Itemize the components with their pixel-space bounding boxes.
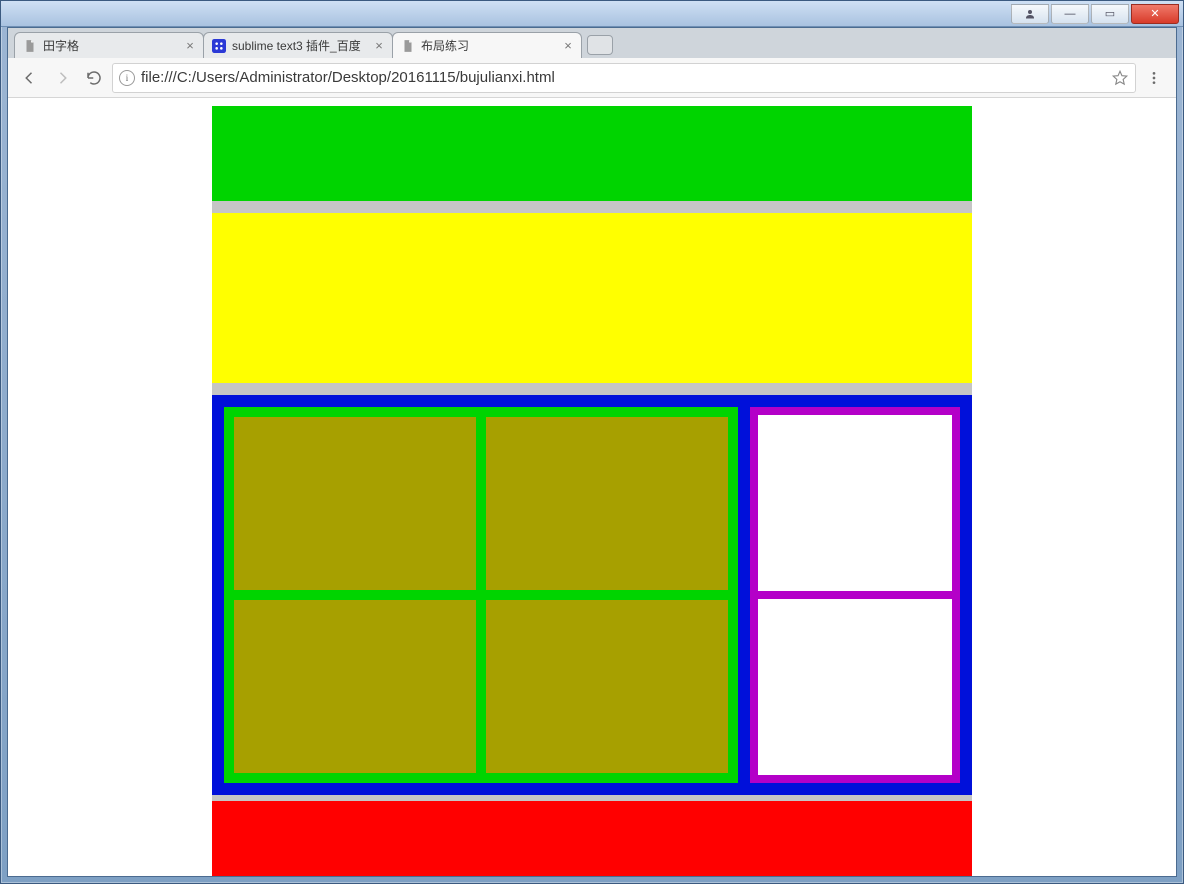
forward-button[interactable] [48,64,76,92]
address-bar[interactable]: i file:///C:/Users/Administrator/Desktop… [112,63,1136,93]
stack-cell-white [758,599,952,775]
right-stack-magenta [750,407,960,783]
user-icon [1024,8,1036,20]
tab-close-icon[interactable]: × [183,39,197,53]
tab-0[interactable]: 田字格 × [14,32,204,58]
page-viewport[interactable] [8,98,1176,876]
browser-window: 田字格 × sublime text3 插件_百度 × 布局练习 × [7,27,1177,877]
user-button[interactable] [1011,4,1049,24]
gap [212,383,972,395]
file-icon [401,39,415,53]
tab-title: sublime text3 插件_百度 [232,37,366,54]
tab-title: 布局练习 [421,37,555,54]
info-icon[interactable]: i [119,70,135,86]
grid-cell-olive [486,417,728,590]
url-text: file:///C:/Users/Administrator/Desktop/2… [141,69,1105,86]
maximize-icon: ▭ [1105,7,1115,20]
minimize-button[interactable]: — [1051,4,1089,24]
back-button[interactable] [16,64,44,92]
browser-toolbar: i file:///C:/Users/Administrator/Desktop… [8,58,1176,98]
kebab-icon [1146,70,1162,86]
reload-icon [85,69,103,87]
baidu-icon [212,39,226,53]
arrow-right-icon [53,69,71,87]
minimize-icon: — [1065,8,1076,20]
stack-cell-white [758,415,952,591]
star-icon [1111,69,1129,87]
left-grid-green [224,407,738,783]
page-layout [212,106,972,876]
close-icon: ✕ [1150,7,1159,20]
tab-title: 田字格 [43,37,177,54]
tab-2[interactable]: 布局练习 × [392,32,582,58]
os-titlebar: — ▭ ✕ [1,1,1183,27]
maximize-button[interactable]: ▭ [1091,4,1129,24]
close-button[interactable]: ✕ [1131,4,1179,24]
tab-close-icon[interactable]: × [372,39,386,53]
tab-1[interactable]: sublime text3 插件_百度 × [203,32,393,58]
grid-cell-olive [234,600,476,773]
gap [212,201,972,213]
tab-strip: 田字格 × sublime text3 插件_百度 × 布局练习 × [8,28,1176,58]
banner-block-yellow [212,213,972,383]
new-tab-button[interactable] [587,35,613,55]
reload-button[interactable] [80,64,108,92]
file-icon [23,39,37,53]
grid-cell-olive [486,600,728,773]
os-window-frame: — ▭ ✕ 田字格 × sublime text3 插件_百度 × [0,0,1184,884]
footer-block-red [212,801,972,876]
menu-button[interactable] [1140,64,1168,92]
tab-close-icon[interactable]: × [561,39,575,53]
bookmark-button[interactable] [1111,69,1129,87]
grid-cell-olive [234,417,476,590]
arrow-left-icon [21,69,39,87]
header-block-green [212,106,972,201]
main-block-blue [212,395,972,795]
